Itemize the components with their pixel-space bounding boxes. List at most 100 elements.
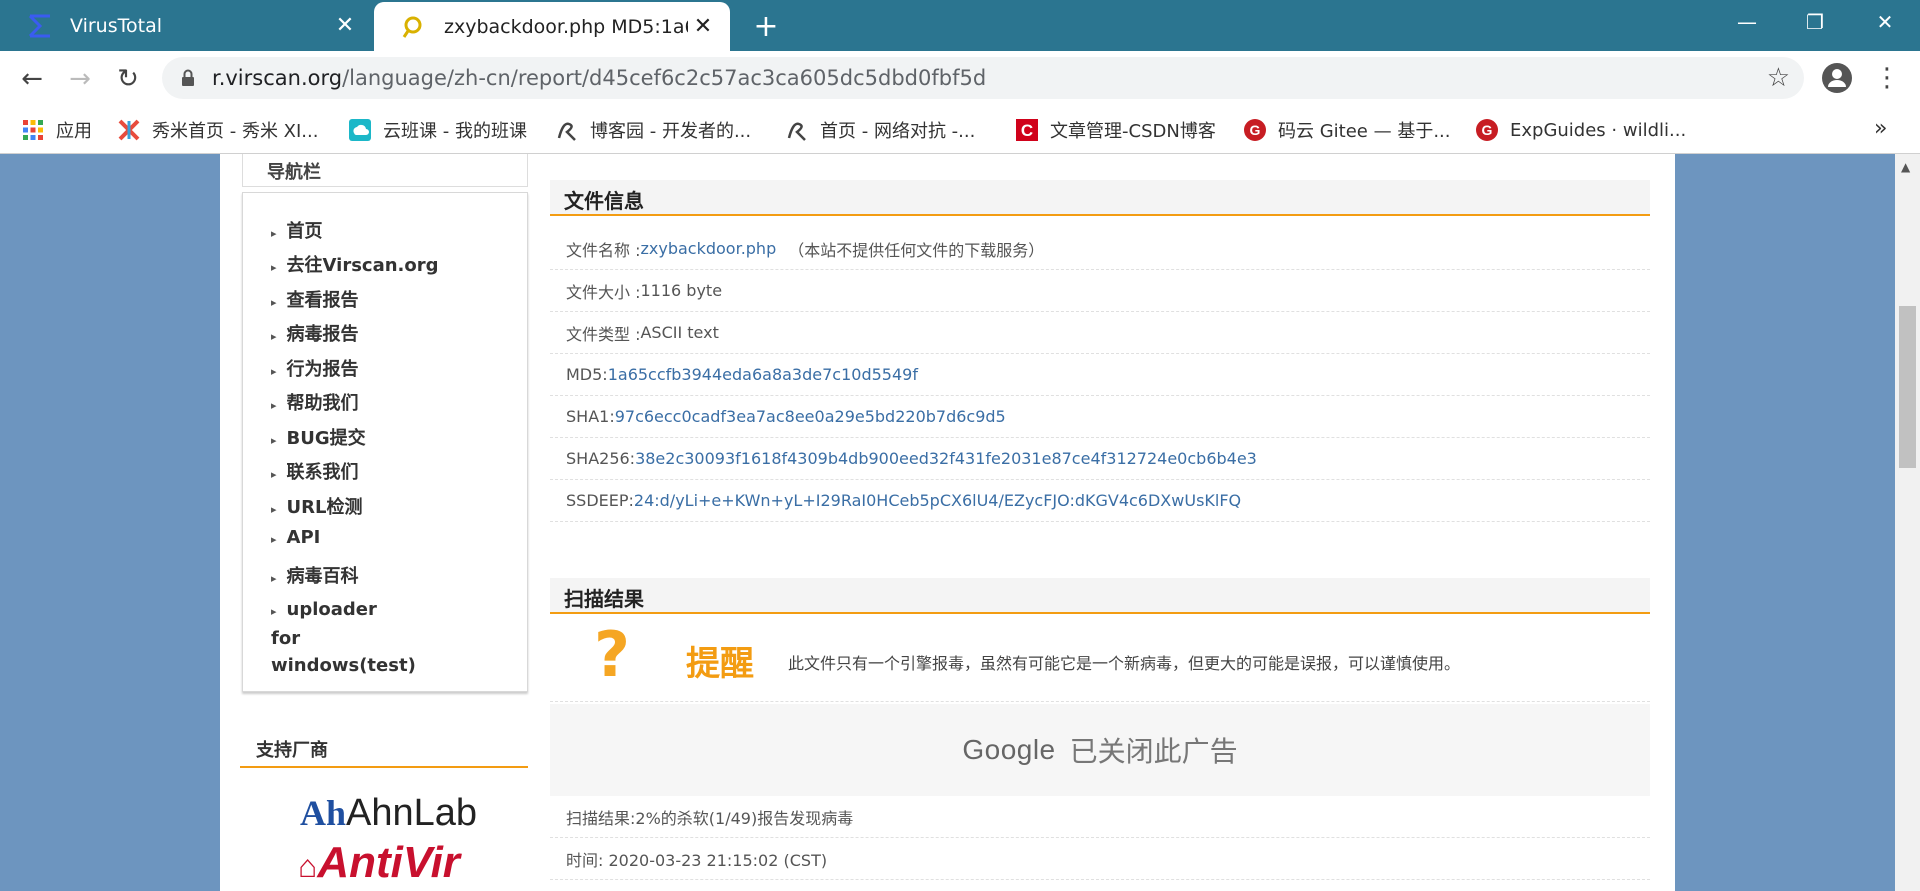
- bookmark-label: ExpGuides · wildli...: [1510, 119, 1687, 141]
- sidebar-item-virus-wiki[interactable]: ▸ 病毒百科: [271, 562, 359, 588]
- sidebar-item-help-us[interactable]: ▸ 帮助我们: [271, 389, 359, 415]
- bookmark-label: 首页 - 网络对抗 -...: [820, 121, 976, 142]
- page-scrollbar[interactable]: ▲: [1895, 154, 1920, 891]
- sidebar-item-api[interactable]: ▸ API: [271, 527, 320, 548]
- file-name-row: 文件名称 : zxybackdoor.php （本站不提供任何文件的下载服务）: [550, 228, 1650, 270]
- sha256-row: SHA256: 38e2c30093f1618f4309b4db900eed32f…: [550, 438, 1650, 480]
- restore-icon[interactable]: ❐: [1780, 0, 1850, 44]
- forward-arrow-icon[interactable]: →: [60, 59, 100, 99]
- gitee-icon: G: [1242, 117, 1268, 143]
- minimize-icon[interactable]: —: [1712, 0, 1782, 44]
- question-mark-icon: ?: [594, 618, 630, 691]
- triangle-right-icon: ▸: [271, 533, 277, 546]
- xiumi-icon: [116, 117, 142, 143]
- bookmark-cnblogs[interactable]: 博客园 - 开发者的...: [554, 116, 751, 144]
- vendors-title: 支持厂商: [240, 734, 528, 768]
- cnblogs-icon: [784, 117, 810, 143]
- bookmark-yunbanke[interactable]: 云班课 - 我的班课: [347, 116, 527, 144]
- bookmark-xiumi[interactable]: 秀米首页 - 秀米 XI...: [116, 116, 318, 144]
- ad-closed-text: 已关闭此广告: [1069, 735, 1238, 768]
- bookmark-gitee[interactable]: G 码云 Gitee — 基于...: [1242, 116, 1451, 144]
- csdn-icon: C: [1014, 117, 1040, 143]
- new-tab-icon[interactable]: +: [748, 8, 784, 44]
- profile-avatar-icon[interactable]: [1820, 61, 1854, 95]
- triangle-right-icon: ▸: [271, 503, 277, 516]
- cnblogs-icon: [554, 117, 580, 143]
- alert-message: 此文件只有一个引擎报毒，虽然有可能它是一个新病毒，但更大的可能是误报，可以谨慎使…: [788, 654, 1461, 673]
- bookmarks-overflow-chevron-icon[interactable]: »: [1874, 116, 1887, 141]
- tab-virustotal[interactable]: VirusTotal ✕: [0, 0, 372, 51]
- lock-icon: [178, 69, 198, 87]
- triangle-right-icon: ▸: [271, 399, 277, 412]
- tab-title: zxybackdoor.php MD5:1a65cc: [444, 15, 688, 38]
- virscan-favicon-icon: [400, 13, 428, 41]
- triangle-right-icon: ▸: [271, 261, 277, 274]
- sidebar-item-url-check[interactable]: ▸ URL检测: [271, 493, 362, 519]
- ssdeep-row: SSDEEP: 24:d/yLi+e+KWn+yL+I29RaI0HCeb5pCX…: [550, 480, 1650, 522]
- apps-grid-icon: [20, 117, 46, 143]
- tab-virscan-report[interactable]: zxybackdoor.php MD5:1a65cc ✕: [374, 2, 730, 51]
- sidebar-item-view-report[interactable]: ▸ 查看报告: [271, 286, 359, 312]
- nav-title: 导航栏: [242, 154, 528, 187]
- bookmark-label: 文章管理-CSDN博客: [1050, 121, 1216, 142]
- bookmark-label: 秀米首页 - 秀米 XI...: [152, 121, 319, 142]
- svg-text:G: G: [1250, 122, 1261, 138]
- sidebar-nav: ▸ 首页 ▸ 去往Virscan.org ▸ 查看报告 ▸ 病毒报告 ▸ 行为报告 ▸ 帮助…: [242, 192, 528, 692]
- triangle-right-icon: ▸: [271, 434, 277, 447]
- sha1-row: SHA1: 97c6ecc0cadf3ea7ac8ee0a29e5bd220b7d…: [550, 396, 1650, 438]
- sidebar-item-bug-submit[interactable]: ▸ BUG提交: [271, 424, 366, 450]
- bookmark-label: 博客园 - 开发者的...: [590, 121, 752, 142]
- triangle-right-icon: ▸: [271, 468, 277, 481]
- sidebar-item-virus-report[interactable]: ▸ 病毒报告: [271, 320, 359, 346]
- sidebar-item-behavior-report[interactable]: ▸ 行为报告: [271, 355, 359, 381]
- close-tab-icon[interactable]: ✕: [688, 12, 718, 42]
- triangle-right-icon: ▸: [271, 227, 277, 240]
- file-type-row: 文件类型 : ASCII text: [550, 312, 1650, 354]
- sidebar-item-home[interactable]: ▸ 首页: [271, 217, 323, 243]
- scan-summary-row: 扫描结果:2%的杀软(1/49)报告发现病毒: [550, 796, 1650, 838]
- warning-alert: ? 提醒 此文件只有一个引擎报毒，虽然有可能它是一个新病毒，但更大的可能是误报，…: [550, 614, 1650, 702]
- google-logo: Google: [962, 734, 1056, 765]
- bookmark-star-icon[interactable]: ☆: [1767, 63, 1790, 93]
- file-type-value: ASCII text: [640, 323, 719, 342]
- md5-value: 1a65ccfb3944eda6a8a3de7c10d5549f: [607, 365, 918, 384]
- download-note: （本站不提供任何文件的下载服务）: [788, 240, 1045, 260]
- scroll-up-arrow-icon[interactable]: ▲: [1901, 160, 1910, 174]
- gitee-icon: G: [1474, 117, 1500, 143]
- antivir-logo: ⌂AntiVir: [298, 838, 460, 887]
- scrollbar-thumb[interactable]: [1899, 306, 1916, 468]
- scan-time-row: 时间: 2020-03-23 21:15:02 (CST): [550, 838, 1650, 880]
- window-close-icon[interactable]: ✕: [1850, 0, 1920, 44]
- triangle-right-icon: ▸: [271, 296, 277, 309]
- bookmark-apps[interactable]: 应用: [20, 116, 92, 144]
- svg-text:C: C: [1021, 121, 1033, 140]
- browser-title-bar: VirusTotal ✕ zxybackdoor.php MD5:1a65cc …: [0, 0, 1920, 51]
- browser-toolbar: ← → ↻ r.virscan.org/language/zh-cn/repor…: [0, 51, 1920, 106]
- more-menu-icon[interactable]: ⋮: [1872, 61, 1902, 95]
- back-arrow-icon[interactable]: ←: [12, 59, 52, 99]
- bookmarks-bar: 应用 秀米首页 - 秀米 XI... 云班课 - 我的班课 博客园 - 开发者的…: [0, 106, 1920, 154]
- triangle-right-icon: ▸: [271, 605, 277, 618]
- tab-title: VirusTotal: [70, 14, 162, 37]
- triangle-right-icon: ▸: [271, 572, 277, 585]
- bookmark-expguides[interactable]: G ExpGuides · wildli...: [1474, 116, 1686, 144]
- closed-ad-placeholder: Google 已关闭此广告: [550, 704, 1650, 796]
- bookmark-csdn[interactable]: C 文章管理-CSDN博客: [1014, 116, 1216, 144]
- bookmark-network-confrontation[interactable]: 首页 - 网络对抗 -...: [784, 116, 975, 144]
- ssdeep-value: 24:d/yLi+e+KWn+yL+I29RaI0HCeb5pCX6lU4/EZ…: [633, 491, 1242, 510]
- address-bar[interactable]: r.virscan.org/language/zh-cn/report/d45c…: [162, 57, 1804, 99]
- close-tab-icon[interactable]: ✕: [330, 11, 360, 41]
- file-name-value: zxybackdoor.php: [640, 239, 777, 258]
- virustotal-icon: [26, 12, 54, 40]
- md5-row: MD5: 1a65ccfb3944eda6a8a3de7c10d5549f: [550, 354, 1650, 396]
- svg-text:G: G: [1482, 122, 1493, 138]
- bookmark-label: 应用: [56, 121, 92, 142]
- url-text: r.virscan.org/language/zh-cn/report/d45c…: [212, 66, 987, 90]
- sidebar-item-uploader[interactable]: ▸ uploader for windows(test): [271, 596, 416, 679]
- reload-icon[interactable]: ↻: [108, 59, 148, 99]
- sidebar-item-virscan[interactable]: ▸ 去往Virscan.org: [271, 251, 439, 277]
- file-size-row: 文件大小 :1116 byte: [550, 270, 1650, 312]
- page-viewport: 导航栏 ▸ 首页 ▸ 去往Virscan.org ▸ 查看报告 ▸ 病毒报告 ▸ 行为报告…: [0, 154, 1920, 891]
- sidebar-item-contact-us[interactable]: ▸ 联系我们: [271, 458, 359, 484]
- file-size-value: 1116 byte: [640, 281, 723, 300]
